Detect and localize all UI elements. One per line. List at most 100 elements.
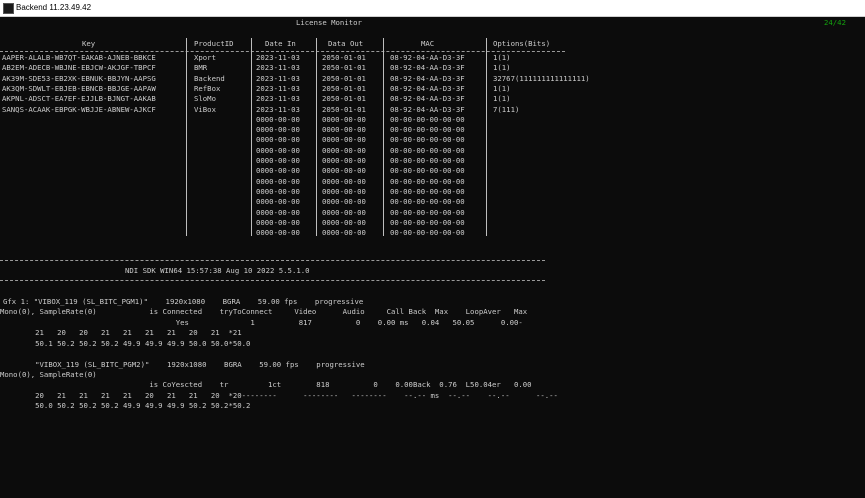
- ndi-separator-bottom: [0, 280, 545, 281]
- header-date-in: Date In: [265, 39, 296, 48]
- cell-date-in: 2023-11-03: [256, 94, 300, 104]
- gfx1-frame-counts: 21 20 20 21 21 21 21 20 21 *21: [0, 328, 242, 337]
- cell-mac: 08-92-04-AA-D3-3F: [390, 53, 465, 62]
- cell-product-id: RefBox: [194, 83, 221, 93]
- cell-date-out: 0000-00-00: [322, 156, 366, 165]
- window-title: Backend 11.23.49.42: [16, 3, 92, 12]
- cell-date-out: 0000-00-00: [322, 217, 366, 227]
- cell-date-in: 0000-00-00: [256, 228, 300, 238]
- cell-date-in: 0000-00-00: [256, 135, 300, 145]
- cell-date-out: 0000-00-00: [322, 207, 366, 217]
- header-separator: [0, 51, 565, 52]
- cell-mac: 08-92-04-AA-D3-3F: [390, 73, 465, 83]
- cell-date-in: 0000-00-00: [256, 176, 300, 186]
- cell-date-out: 2050-01-01: [322, 53, 366, 62]
- cell-mac: 08-92-04-AA-D3-3F: [390, 94, 465, 104]
- cell-date-in: 0000-00-00: [256, 125, 300, 135]
- header-key: Key: [82, 39, 96, 48]
- console-output[interactable]: License Monitor 24/42 Key ProductID Date…: [0, 17, 865, 498]
- cell-date-out: 0000-00-00: [322, 166, 366, 176]
- window-titlebar[interactable]: Backend 11.23.49.42: [0, 0, 865, 17]
- cell-date-in: 0000-00-00: [256, 217, 300, 227]
- header-product-id: ProductID: [194, 39, 234, 48]
- cell-product-id: ViBox: [194, 104, 216, 114]
- cell-product-id: Backend: [194, 73, 225, 83]
- ndi-sdk-version: NDI SDK WIN64 15:57:38 Aug 10 2022 5.5.1…: [125, 266, 310, 275]
- cell-mac: 00-00-00-00-00-00: [390, 114, 465, 124]
- cell-mac: 00-00-00-00-00-00: [390, 186, 465, 196]
- table-row: 0000-00-00 0000-00-00 00-00-00-00-00-00: [0, 218, 620, 228]
- table-row: AK39M-SDE53-EB2XK-EBNUK-BBJYN-AAPSG Backe…: [0, 74, 620, 84]
- cell-mac: 00-00-00-00-00-00: [390, 125, 465, 135]
- table-row: AAPER-ALALB-WB7QT-EAKAB-AJNEB-BBKCE Xport…: [0, 53, 620, 63]
- cell-date-in: 2023-11-03: [256, 53, 300, 62]
- cell-date-in: 2023-11-03: [256, 83, 300, 93]
- table-row: 0000-00-00 0000-00-00 00-00-00-00-00-00: [0, 166, 620, 176]
- gfx2-source-line: "VIBOX_119 (SL_BITC_PGM2)" 1920x1080 BGR…: [0, 360, 365, 369]
- table-row: 0000-00-00 0000-00-00 00-00-00-00-00-00: [0, 146, 620, 156]
- cell-options: 1(1): [493, 83, 511, 93]
- cell-key: AK39M-SDE53-EB2XK-EBNUK-BBJYN-AAPSG: [2, 73, 156, 83]
- ndi-separator-top: [0, 260, 545, 261]
- cell-options: 1(1): [493, 94, 511, 104]
- cell-mac: 00-00-00-00-00-00: [390, 228, 465, 238]
- cell-date-out: 0000-00-00: [322, 125, 366, 135]
- header-date-out: Data Out: [328, 39, 364, 48]
- cell-product-id: SloMo: [194, 94, 216, 104]
- cell-date-out: 0000-00-00: [322, 197, 366, 207]
- cell-mac: 00-00-00-00-00-00: [390, 166, 465, 176]
- table-row: AKPNL-ADSCT-EA7EF-EJJLB-BJNGT-AAKAB SloMo…: [0, 94, 620, 104]
- cell-date-out: 2050-01-01: [322, 73, 366, 83]
- gfx1-stats-values: Yes 1 817 0 0.00 ms 0.04 50.05 0.00-: [0, 318, 523, 327]
- cell-date-in: 2023-11-03: [256, 73, 300, 83]
- table-row: SANQS-ACAAK-EBPGK-WBJJE-ABNEW-AJKCF ViBox…: [0, 105, 620, 115]
- table-row: 0000-00-00 0000-00-00 00-00-00-00-00-00: [0, 125, 620, 135]
- cell-date-out: 0000-00-00: [322, 186, 366, 196]
- cell-key: AAPER-ALALB-WB7QT-EAKAB-AJNEB-BBKCE: [2, 53, 156, 62]
- cell-product-id: Xport: [194, 53, 216, 62]
- cell-date-in: 2023-11-03: [256, 104, 300, 114]
- cell-mac: 00-00-00-00-00-00: [390, 135, 465, 145]
- header-mac: MAC: [421, 39, 435, 48]
- page-counter: 24/42: [824, 18, 846, 27]
- cell-date-in: 0000-00-00: [256, 197, 300, 207]
- cell-key: SANQS-ACAAK-EBPGK-WBJJE-ABNEW-AJKCF: [2, 104, 156, 114]
- cell-date-out: 0000-00-00: [322, 145, 366, 155]
- table-row: 0000-00-00 0000-00-00 00-00-00-00-00-00: [0, 228, 620, 238]
- cell-date-in: 2023-11-03: [256, 63, 300, 73]
- table-row: AK3QM-SDWLT-EBJEB-EBNCB-BBJGE-AAPAW RefBo…: [0, 84, 620, 94]
- cell-date-in: 0000-00-00: [256, 114, 300, 124]
- cell-date-out: 0000-00-00: [322, 135, 366, 145]
- cell-date-in: 0000-00-00: [256, 166, 300, 176]
- gfx2-stats-values: is CoYescted tr 1ct 818 0 0.00Back 0.76 …: [0, 380, 532, 389]
- table-row: 0000-00-00 0000-00-00 00-00-00-00-00-00: [0, 197, 620, 207]
- cell-options: 32767(111111111111111): [493, 73, 590, 83]
- cell-options: 1(1): [493, 63, 511, 73]
- table-row: AB2EM-ADECB-WBJNE-EBJCW-AKJGF-TBPCF BMR 20…: [0, 63, 620, 73]
- table-row: 0000-00-00 0000-00-00 00-00-00-00-00-00: [0, 156, 620, 166]
- cell-date-out: 2050-01-01: [322, 104, 366, 114]
- cell-mac: 00-00-00-00-00-00: [390, 197, 465, 207]
- cell-date-out: 0000-00-00: [322, 176, 366, 186]
- cell-date-out: 0000-00-00: [322, 114, 366, 124]
- cell-key: AK3QM-SDWLT-EBJEB-EBNCB-BBJGE-AAPAW: [2, 83, 156, 93]
- cell-mac: 08-92-04-AA-D3-3F: [390, 63, 465, 73]
- cell-date-in: 0000-00-00: [256, 145, 300, 155]
- cell-mac: 00-00-00-00-00-00: [390, 207, 465, 217]
- gfx1-source-line: Gfx 1: "VIBOX_119 (SL_BITC_PGM1)" 1920x1…: [3, 297, 364, 306]
- table-row: 0000-00-00 0000-00-00 00-00-00-00-00-00: [0, 177, 620, 187]
- gfx1-stats-header: Mono(0), SampleRate(0) is Connected tryT…: [0, 307, 528, 316]
- cell-date-out: 2050-01-01: [322, 63, 366, 73]
- cell-mac: 08-92-04-AA-D3-3F: [390, 104, 465, 114]
- gfx2-audio-line: Mono(0), SampleRate(0): [0, 370, 97, 379]
- cell-date-in: 0000-00-00: [256, 186, 300, 196]
- table-row: 0000-00-00 0000-00-00 00-00-00-00-00-00: [0, 135, 620, 145]
- cell-key: AKPNL-ADSCT-EA7EF-EJJLB-BJNGT-AAKAB: [2, 94, 156, 104]
- gfx2-frame-counts: 20 21 21 21 21 20 21 21 20 *20-------- -…: [0, 391, 558, 400]
- console-app-icon: [3, 3, 14, 14]
- cell-options: 7(111): [493, 104, 520, 114]
- license-monitor-title: License Monitor: [296, 18, 362, 27]
- header-options: Options(Bits): [493, 39, 551, 48]
- cell-date-in: 0000-00-00: [256, 156, 300, 165]
- cell-date-out: 0000-00-00: [322, 228, 366, 238]
